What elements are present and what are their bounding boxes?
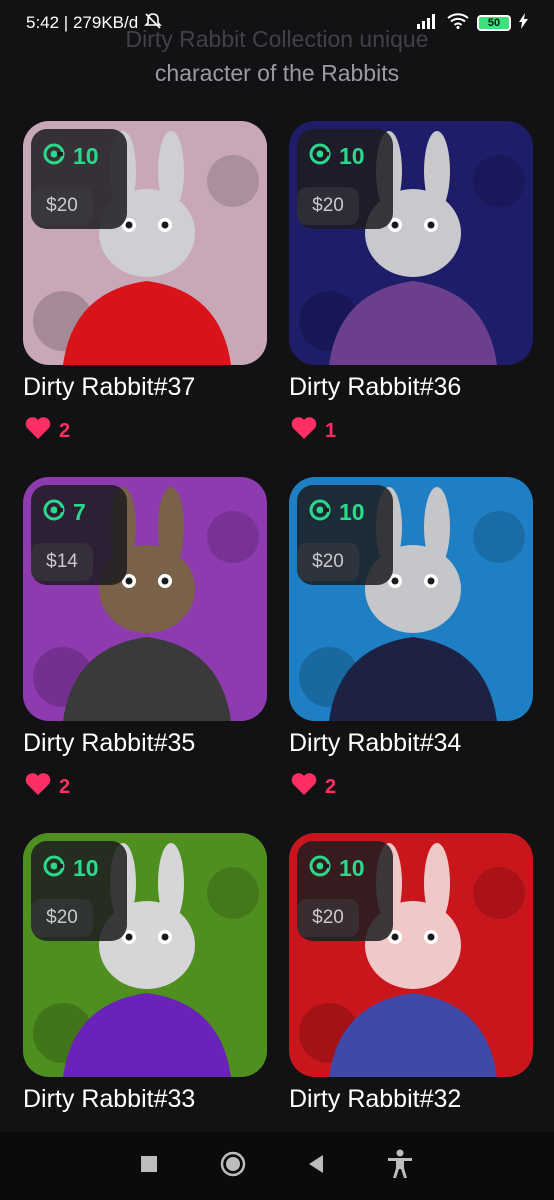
accessibility-button[interactable] <box>386 1149 414 1184</box>
nft-name[interactable]: Dirty Rabbit#32 <box>289 1085 461 1114</box>
heart-icon <box>291 417 317 445</box>
back-button[interactable] <box>307 1154 325 1179</box>
heart-icon <box>25 773 51 801</box>
coin-count: 10 <box>339 499 365 525</box>
price-badge: 10 $20 <box>297 129 393 229</box>
coin-row: 10 <box>309 499 365 526</box>
like-count: 2 <box>59 419 71 442</box>
like-button[interactable]: 2 <box>25 417 70 445</box>
charging-icon <box>519 12 528 34</box>
coin-icon <box>43 143 65 170</box>
nft-name[interactable]: Dirty Rabbit#34 <box>289 729 461 758</box>
price-badge: 7 $14 <box>31 485 127 585</box>
system-nav-bar <box>0 1132 554 1200</box>
signal-icon <box>417 13 439 34</box>
coin-count: 10 <box>73 143 99 169</box>
coin-count: 10 <box>339 143 365 169</box>
price-label: $20 <box>31 899 93 937</box>
price-label: $20 <box>297 899 359 937</box>
price-badge: 10 $20 <box>297 485 393 585</box>
like-button[interactable]: 2 <box>291 773 336 801</box>
like-button[interactable]: 2 <box>25 773 70 801</box>
coin-count: 10 <box>73 855 99 881</box>
home-button[interactable] <box>219 1150 247 1183</box>
coin-icon <box>309 499 331 526</box>
coin-icon <box>43 855 65 882</box>
coin-icon <box>309 143 331 170</box>
heart-icon <box>25 417 51 445</box>
price-label: $20 <box>31 187 93 225</box>
like-count: 1 <box>325 419 337 442</box>
nft-grid: 10 $20 Dirty Rabbit#37 2 10 $20 Dirty Rabbit#3… <box>0 0 554 1200</box>
coin-icon <box>43 499 65 526</box>
coin-row: 10 <box>43 855 99 882</box>
nft-name[interactable]: Dirty Rabbit#33 <box>23 1085 195 1114</box>
price-label: $14 <box>31 543 93 581</box>
like-button[interactable]: 1 <box>291 417 336 445</box>
coin-row: 10 <box>43 143 99 170</box>
price-badge: 10 $20 <box>31 129 127 229</box>
coin-count: 7 <box>73 499 86 525</box>
nft-name[interactable]: Dirty Rabbit#36 <box>289 373 461 402</box>
recents-button[interactable] <box>140 1155 158 1178</box>
like-count: 2 <box>325 775 337 798</box>
heart-icon <box>291 773 317 801</box>
price-label: $20 <box>297 543 359 581</box>
price-badge: 10 $20 <box>31 841 127 941</box>
coin-row: 7 <box>43 499 86 526</box>
wifi-icon <box>447 12 469 34</box>
coin-icon <box>309 855 331 882</box>
coin-row: 10 <box>309 143 365 170</box>
price-label: $20 <box>297 187 359 225</box>
like-count: 2 <box>59 775 71 798</box>
nft-name[interactable]: Dirty Rabbit#35 <box>23 729 195 758</box>
coin-row: 10 <box>309 855 365 882</box>
bell-muted-icon <box>144 12 163 35</box>
battery-icon: 50 <box>477 15 511 31</box>
status-bar: 5:42 | 279KB/d 50 <box>0 0 554 46</box>
coin-count: 10 <box>339 855 365 881</box>
status-time-speed: 5:42 | 279KB/d <box>26 13 139 32</box>
nft-name[interactable]: Dirty Rabbit#37 <box>23 373 195 402</box>
price-badge: 10 $20 <box>297 841 393 941</box>
